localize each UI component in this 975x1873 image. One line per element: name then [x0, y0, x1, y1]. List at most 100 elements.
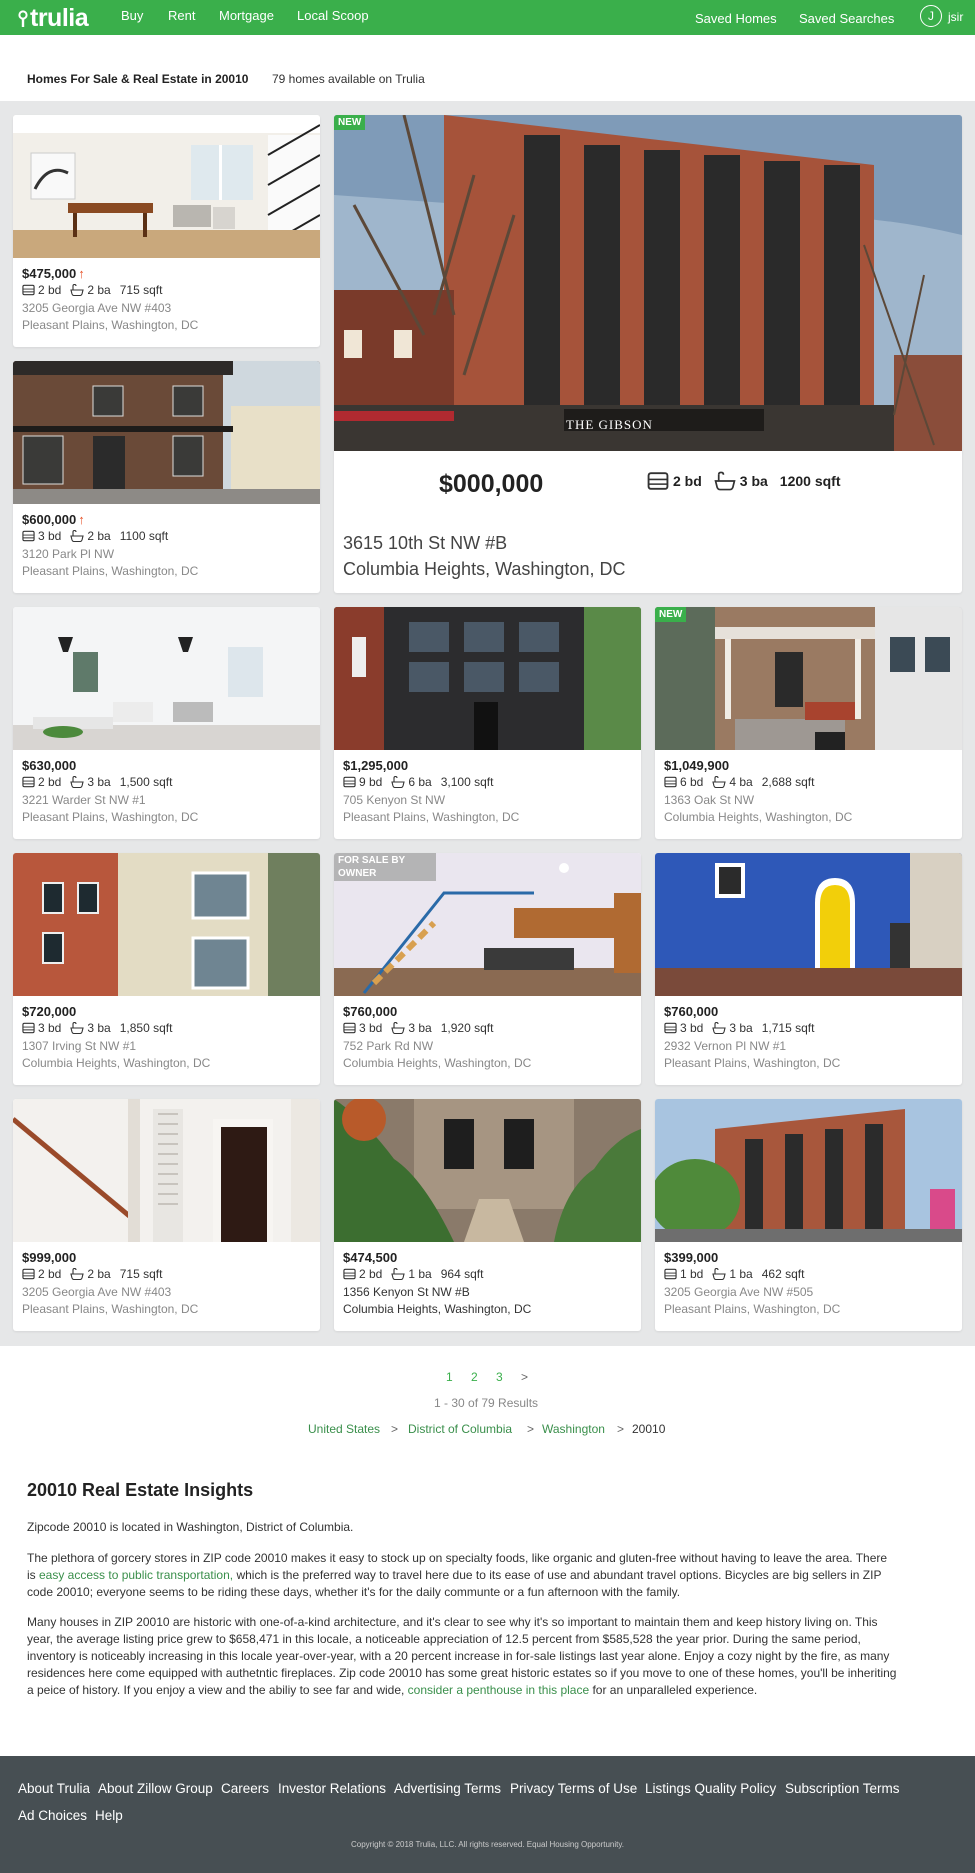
listing-photo[interactable] — [13, 115, 320, 258]
listing-address: 2932 Vernon Pl NW #1 — [664, 1039, 787, 1053]
listing-card[interactable]: $399,000 1 bd 1 ba 462 sqft 3205 Georgia… — [655, 1099, 962, 1331]
listing-photo[interactable] — [655, 607, 962, 750]
featured-listing-card[interactable]: NEW THE GIBSON $000,000 2 bd 3 ba 1200 s… — [334, 115, 962, 593]
bath-icon — [712, 776, 726, 788]
footer-link-about-trulia[interactable]: About Trulia — [18, 1781, 90, 1796]
listing-price: $474,500 — [343, 1250, 398, 1265]
listing-specs: 6 bd 4 ba 2,688 sqft — [664, 775, 823, 789]
footer-link-privacy-terms[interactable]: Privacy Terms of Use — [510, 1781, 637, 1796]
listing-price: $1,295,000 — [343, 758, 409, 773]
listing-photo[interactable] — [13, 361, 320, 504]
listing-address: 752 Park Rd NW — [343, 1039, 434, 1053]
bath-icon — [70, 1022, 84, 1034]
page-link-1[interactable]: 1 — [446, 1370, 453, 1384]
page-link-3[interactable]: 3 — [496, 1370, 503, 1384]
featured-listing-photo[interactable] — [334, 115, 962, 451]
saved-homes-link[interactable]: Saved Homes — [695, 11, 777, 26]
listing-card[interactable]: $1,295,000 9 bd 6 ba 3,100 sqft 705 Keny… — [334, 607, 641, 839]
listing-photo[interactable] — [13, 607, 320, 750]
copyright-text: Copyright © 2018 Trulia, LLC. All rights… — [351, 1840, 624, 1849]
listing-specs: 2 bd 2 ba 715 sqft — [22, 283, 171, 297]
listing-price: $1,049,900 — [664, 758, 730, 773]
building-sign-text: THE GIBSON — [566, 417, 653, 432]
listing-price: $399,000 — [664, 1250, 719, 1265]
bath-icon — [391, 776, 405, 788]
breadcrumb-current: 20010 — [632, 1422, 666, 1436]
breadcrumb-separator: > — [391, 1422, 399, 1436]
listing-price: $600,000 ↑ — [22, 512, 85, 527]
homes-count: 79 homes available on Trulia — [272, 72, 425, 86]
featured-price: $000,000 — [439, 470, 544, 498]
listing-specs: 3 bd 3 ba 1,850 sqft — [22, 1021, 181, 1035]
site-footer — [0, 1756, 975, 1873]
price-up-arrow-icon: ↑ — [78, 512, 85, 527]
listing-city: Pleasant Plains, Washington, DC — [664, 1056, 841, 1070]
breadcrumb-washington[interactable]: Washington — [542, 1422, 605, 1436]
listing-address: 3120 Park Pl NW — [22, 547, 115, 561]
bath-icon — [391, 1022, 405, 1034]
listing-card[interactable]: $600,000 ↑ 3 bd 2 ba 1100 sqft 3120 Park … — [13, 361, 320, 593]
bed-icon — [664, 1022, 677, 1034]
public-transportation-link[interactable]: easy access to public transportation, — [39, 1568, 233, 1582]
bed-icon — [647, 471, 669, 491]
listing-card[interactable]: $474,500 2 bd 1 ba 964 sqft 1356 Kenyon … — [334, 1099, 641, 1331]
nav-mortgage[interactable]: Mortgage — [219, 8, 274, 23]
listing-photo[interactable] — [655, 853, 962, 996]
footer-link-careers[interactable]: Careers — [221, 1781, 269, 1796]
listing-specs: 9 bd 6 ba 3,100 sqft — [343, 775, 502, 789]
listing-card[interactable]: $760,000 3 bd 3 ba 1,715 sqft 2932 Verno… — [655, 853, 962, 1085]
footer-link-about-zillow[interactable]: About Zillow Group — [98, 1781, 213, 1796]
listing-city: Columbia Heights, Washington, DC — [22, 1056, 211, 1070]
footer-link-investor-relations[interactable]: Investor Relations — [278, 1781, 386, 1796]
bed-icon — [664, 1268, 677, 1280]
listing-city: Pleasant Plains, Washington, DC — [664, 1302, 841, 1316]
listing-photo[interactable] — [334, 607, 641, 750]
listing-photo[interactable] — [13, 853, 320, 996]
bed-icon — [22, 530, 35, 542]
listing-address: 3205 Georgia Ave NW #403 — [22, 1285, 172, 1299]
listing-photo[interactable] — [334, 1099, 641, 1242]
footer-link-help[interactable]: Help — [95, 1808, 123, 1823]
listing-card[interactable]: $999,000 2 bd 2 ba 715 sqft 3205 Georgia… — [13, 1099, 320, 1331]
breadcrumb-district-of-columbia[interactable]: District of Columbia — [408, 1422, 512, 1436]
penthouse-link[interactable]: consider a penthouse in this place — [408, 1683, 589, 1697]
breadcrumb-separator: > — [527, 1422, 535, 1436]
footer-link-ad-choices[interactable]: Ad Choices — [18, 1808, 87, 1823]
listing-photo[interactable] — [13, 1099, 320, 1242]
next-page-arrow[interactable]: > — [521, 1370, 528, 1384]
nav-rent[interactable]: Rent — [168, 8, 195, 23]
saved-searches-link[interactable]: Saved Searches — [799, 11, 894, 26]
listing-price: $999,000 — [22, 1250, 77, 1265]
footer-link-subscription-terms[interactable]: Subscription Terms — [785, 1781, 900, 1796]
bed-icon — [22, 1022, 35, 1034]
listing-photo[interactable] — [655, 1099, 962, 1242]
listing-address: 3205 Georgia Ave NW #403 — [22, 301, 172, 315]
listing-price: $720,000 — [22, 1004, 77, 1019]
listing-card[interactable]: FOR SALE BY OWNER $760,000 3 bd 3 ba 1,9… — [334, 853, 641, 1085]
bed-icon — [664, 776, 677, 788]
footer-link-listings-quality[interactable]: Listings Quality Policy — [645, 1781, 776, 1796]
featured-city: Columbia Heights, Washington, DC — [343, 559, 626, 579]
listing-city: Pleasant Plains, Washington, DC — [22, 1302, 199, 1316]
trulia-logo[interactable]: trulia — [18, 4, 89, 33]
new-badge: NEW — [334, 115, 366, 130]
top-nav-bar: trulia Buy Rent Mortgage Local Scoop Sav… — [0, 0, 975, 35]
footer-link-advertising-terms[interactable]: Advertising Terms — [394, 1781, 501, 1796]
listing-specs: 2 bd 1 ba 964 sqft — [343, 1267, 492, 1281]
logo-text: trulia — [30, 4, 89, 32]
insights-paragraph: Many houses in ZIP 20010 are historic wi… — [27, 1615, 897, 1697]
user-avatar[interactable]: J — [920, 5, 942, 27]
listing-card[interactable]: $630,000 2 bd 3 ba 1,500 sqft 3221 Warde… — [13, 607, 320, 839]
breadcrumb-united-states[interactable]: United States — [308, 1422, 380, 1436]
listing-card[interactable]: $720,000 3 bd 3 ba 1,850 sqft 1307 Irvin… — [13, 853, 320, 1085]
nav-buy[interactable]: Buy — [121, 8, 143, 23]
bath-icon — [714, 471, 736, 491]
user-name[interactable]: jsir — [948, 10, 963, 24]
listing-price: $630,000 — [22, 758, 77, 773]
page-link-2[interactable]: 2 — [471, 1370, 478, 1384]
bath-icon — [70, 284, 84, 296]
nav-local-scoop[interactable]: Local Scoop — [297, 8, 369, 23]
results-count: 1 - 30 of 79 Results — [434, 1396, 539, 1410]
listing-card[interactable]: NEW $1,049,900 6 bd 4 ba 2,688 sqft 1363… — [655, 607, 962, 839]
listing-card[interactable]: $475,000 ↑ 2 bd 2 ba 715 sqft 3205 Georgi… — [13, 115, 320, 347]
